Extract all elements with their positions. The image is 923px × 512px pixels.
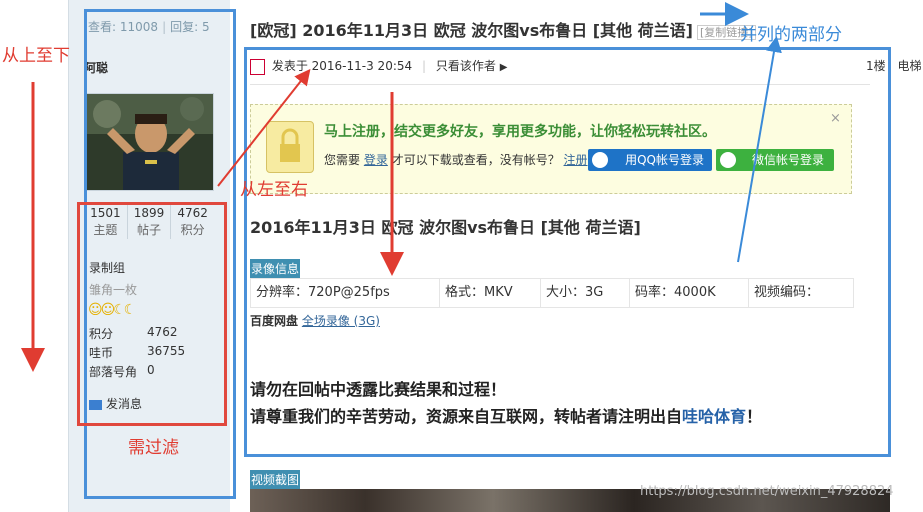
arrow-to-annotation — [737, 36, 782, 263]
arrow-to-post-meta — [217, 68, 311, 187]
annotation-arrows — [21, 2, 782, 372]
